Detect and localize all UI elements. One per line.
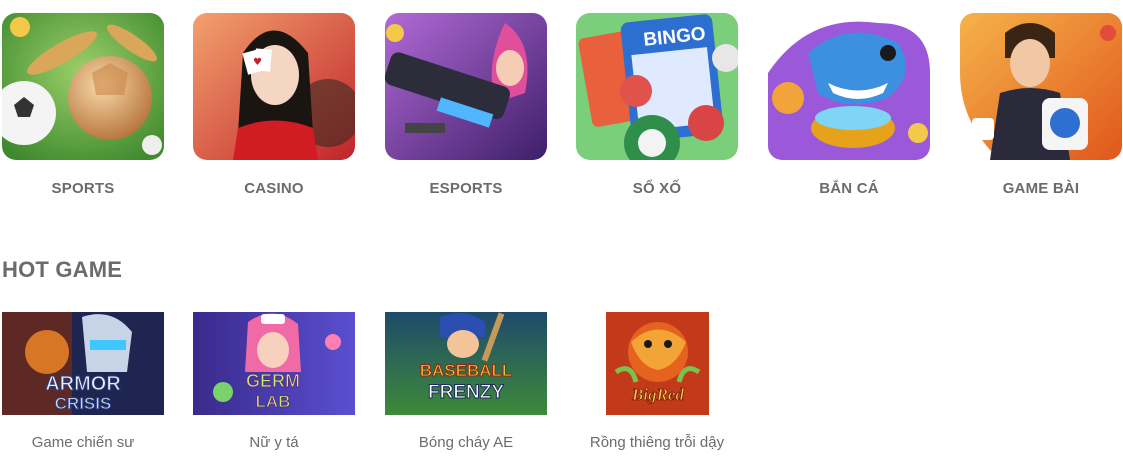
game-label: Bóng cháy AE bbox=[418, 434, 514, 451]
shark-fish-icon[interactable] bbox=[768, 13, 930, 160]
svg-text:♥: ♥ bbox=[253, 57, 262, 68]
game-art-text: CRISIS bbox=[55, 394, 112, 413]
esports-warrior-icon[interactable] bbox=[385, 13, 547, 160]
hot-game-heading: HOT GAME bbox=[2, 257, 123, 282]
category-lottery[interactable]: BINGO SỔ XỐ bbox=[576, 13, 738, 197]
category-label: BẮN CÁ bbox=[819, 180, 879, 197]
bingo-card-icon[interactable]: BINGO bbox=[576, 13, 738, 160]
game-thumbnail[interactable]: GERM LAB bbox=[193, 312, 355, 415]
game-art-text: FRENZY bbox=[428, 382, 504, 403]
game-label: Rồng thiêng trỗi dậy bbox=[589, 434, 725, 451]
game-art-text: BigRed bbox=[631, 385, 684, 404]
card-game-icon[interactable] bbox=[960, 13, 1122, 160]
game-label: Nữ y tá bbox=[249, 434, 299, 451]
category-label: CASINO bbox=[244, 180, 304, 197]
soccer-ball-icon[interactable] bbox=[2, 13, 164, 160]
category-card-games[interactable]: GAME BÀI bbox=[960, 13, 1122, 197]
category-casino[interactable]: ♥ CASINO bbox=[193, 13, 355, 197]
casino-dealer-icon[interactable]: ♥ bbox=[193, 13, 355, 160]
game-thumbnail[interactable]: BASEBALL FRENZY bbox=[385, 312, 547, 415]
category-label: ESPORTS bbox=[429, 180, 503, 197]
game-art-text: LAB bbox=[256, 392, 291, 411]
game-label: Game chiến sư bbox=[31, 434, 135, 451]
game-thumbnail[interactable]: ARMOR CRISIS bbox=[2, 312, 164, 415]
category-esports[interactable]: ESPORTS bbox=[385, 13, 547, 197]
hot-game-baseball-frenzy[interactable]: BASEBALL FRENZY Bóng cháy AE bbox=[385, 312, 547, 451]
game-art-text: BASEBALL bbox=[420, 361, 513, 380]
category-label: GAME BÀI bbox=[1002, 180, 1080, 197]
game-thumbnail[interactable]: BigRed bbox=[605, 312, 709, 415]
game-art-text: ARMOR bbox=[45, 373, 121, 395]
category-sports[interactable]: SPORTS bbox=[2, 13, 164, 197]
hot-game-armor-crisis[interactable]: ARMOR CRISIS Game chiến sư bbox=[2, 312, 164, 451]
hot-game-big-red[interactable]: BigRed Rồng thiêng trỗi dậy bbox=[576, 312, 738, 451]
hot-game-germ-lab[interactable]: GERM LAB Nữ y tá bbox=[193, 312, 355, 451]
category-fishing[interactable]: BẮN CÁ bbox=[768, 13, 930, 197]
game-art-text: GERM bbox=[246, 371, 300, 391]
category-label: SỔ XỐ bbox=[632, 180, 682, 197]
category-label: SPORTS bbox=[51, 180, 115, 197]
